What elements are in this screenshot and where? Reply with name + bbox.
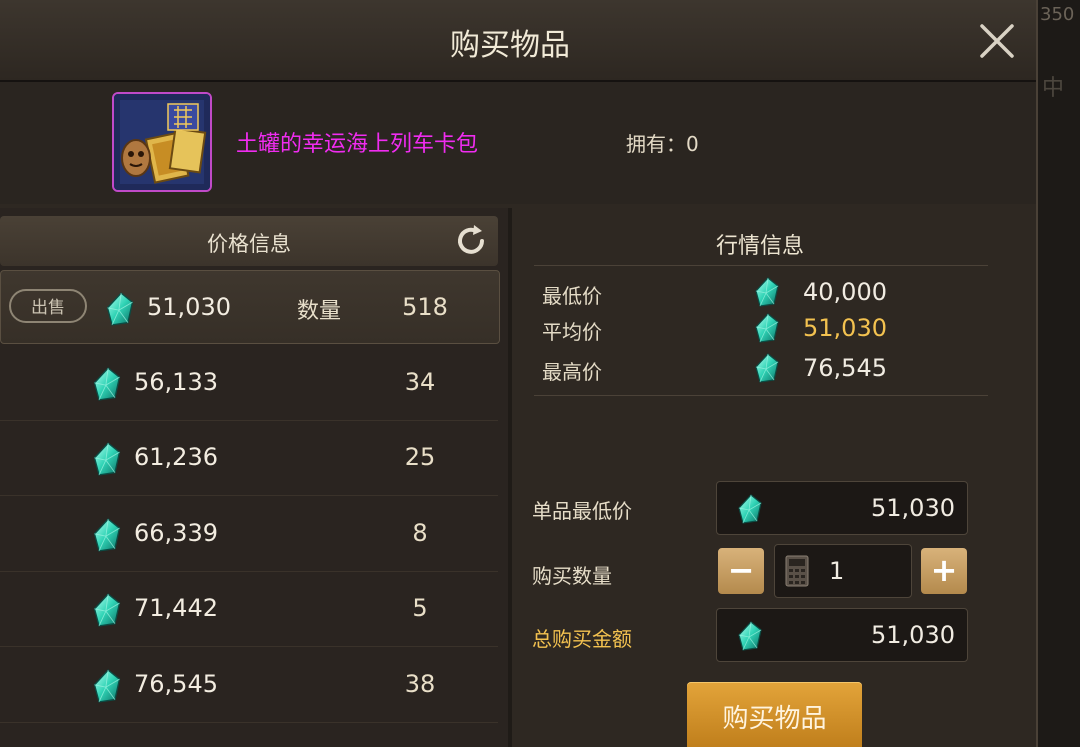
item-name: 土罐的幸运海上列车卡包 [236, 132, 479, 157]
listing-row[interactable]: 66,339 8 [0, 497, 498, 572]
listing-quantity: 5 [412, 594, 428, 622]
quantity-value: 1 [829, 557, 845, 585]
gem-icon [754, 313, 780, 343]
lowest-price-value: 40,000 [803, 278, 887, 306]
quantity-input[interactable]: 1 [774, 544, 912, 598]
gem-icon [105, 292, 135, 326]
gem-icon [754, 353, 780, 383]
listing-quantity: 38 [404, 670, 436, 698]
unit-min-price-value: 51,030 [871, 494, 955, 522]
dialog-title: 购买物品 [450, 28, 570, 63]
listing-row[interactable]: 出售 51,030 数量 518 [0, 270, 500, 344]
listing-quantity: 8 [412, 519, 428, 547]
gem-icon [737, 621, 763, 651]
listing-quantity: 25 [404, 443, 436, 471]
market-divider [534, 265, 988, 266]
buy-item-button-label: 购买物品 [722, 704, 827, 734]
market-info-title: 行情信息 [715, 234, 804, 259]
listing-price: 56,133 [134, 368, 218, 396]
background-side-panel [1036, 0, 1080, 747]
close-icon[interactable] [976, 20, 1018, 62]
sell-button[interactable]: 出售 [9, 289, 87, 323]
item-card-pack-icon[interactable] [112, 92, 212, 192]
plus-icon[interactable]: + [921, 548, 967, 594]
gem-icon [92, 367, 122, 401]
listing-price: 71,442 [134, 594, 218, 622]
listing-price: 61,236 [134, 443, 218, 471]
listing-row[interactable]: 56,133 34 [0, 346, 498, 421]
listing-row[interactable]: 61,236 25 [0, 421, 498, 496]
refresh-icon[interactable] [452, 222, 490, 260]
total-amount-label: 总购买金额 [532, 627, 632, 651]
listing-quantity: 34 [404, 368, 436, 396]
purchase-quantity-label: 购买数量 [532, 564, 612, 588]
market-divider [534, 395, 988, 396]
background-side-icon: 中 [1042, 76, 1065, 101]
average-price-label: 平均价 [542, 320, 602, 344]
buy-item-dialog: 购买物品 土罐的幸运海上列车卡包 拥有：0 价格信息 出售 51,030 数量 … [0, 0, 1038, 747]
highest-price-value: 76,545 [803, 354, 887, 382]
minus-icon[interactable]: − [718, 548, 764, 594]
quantity-label: 数量 [297, 299, 342, 324]
gem-icon [92, 593, 122, 627]
listing-row[interactable]: 76,545 38 [0, 648, 498, 723]
listing-price: 76,545 [134, 670, 218, 698]
buy-item-button[interactable]: 购买物品 [687, 682, 862, 747]
listing-price: 51,030 [147, 293, 231, 321]
price-info-header: 价格信息 [0, 216, 498, 266]
total-amount-field: 51,030 [716, 608, 968, 662]
gem-icon [754, 277, 780, 307]
highest-price-label: 最高价 [542, 360, 602, 384]
background-hint-text: 350 [1040, 4, 1075, 25]
gem-icon [92, 442, 122, 476]
dialog-header: 购买物品 [0, 0, 1036, 82]
listing-row[interactable]: 71,442 5 [0, 572, 498, 647]
panel-divider [508, 208, 512, 747]
unit-min-price-field: 51,030 [716, 481, 968, 535]
price-info-title: 价格信息 [207, 232, 291, 256]
total-amount-value: 51,030 [871, 621, 955, 649]
average-price-value: 51,030 [803, 314, 887, 342]
listing-quantity: 518 [402, 293, 448, 321]
listing-price: 66,339 [134, 519, 218, 547]
lowest-price-label: 最低价 [542, 284, 602, 308]
gem-icon [92, 518, 122, 552]
unit-min-price-label: 单品最低价 [532, 499, 632, 523]
gem-icon [92, 669, 122, 703]
calculator-icon[interactable] [785, 555, 809, 587]
gem-icon [737, 494, 763, 524]
owned-count: 拥有：0 [626, 132, 699, 156]
